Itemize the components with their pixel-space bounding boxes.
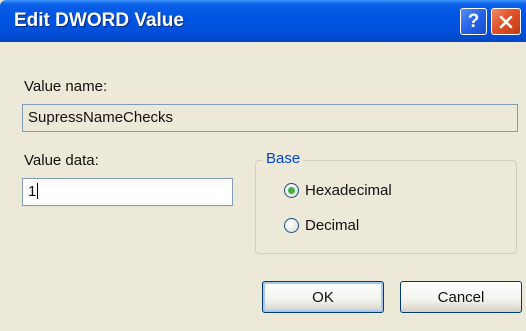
- close-button[interactable]: [491, 8, 521, 35]
- text-caret: [37, 183, 39, 199]
- base-legend: Base: [263, 150, 304, 167]
- radio-decimal[interactable]: Decimal: [284, 217, 359, 234]
- ok-button[interactable]: OK: [262, 281, 384, 313]
- base-groupbox: [255, 160, 517, 254]
- cancel-button-label: Cancel: [437, 288, 485, 306]
- radio-hexadecimal[interactable]: Hexadecimal: [284, 182, 392, 199]
- value-data-label: Value data:: [24, 152, 99, 169]
- help-button[interactable]: ?: [460, 8, 487, 35]
- value-name-text: SupressNameChecks: [28, 109, 174, 126]
- dialog-title: Edit DWORD Value: [14, 10, 184, 31]
- value-data-text: 1: [28, 183, 37, 200]
- radio-hexadecimal-label: Hexadecimal: [305, 182, 392, 199]
- value-name-label: Value name:: [24, 78, 108, 95]
- question-mark-icon: ?: [467, 10, 480, 32]
- value-name-field: SupressNameChecks: [22, 104, 518, 132]
- value-data-input[interactable]: 1: [22, 178, 233, 206]
- radio-unchecked-icon: [284, 218, 299, 233]
- title-bar[interactable]: Edit DWORD Value ?: [0, 0, 526, 42]
- radio-checked-icon: [284, 183, 299, 198]
- close-icon: [499, 15, 513, 28]
- edit-dword-dialog: Edit DWORD Value ? Value name: SupressNa…: [0, 0, 526, 331]
- radio-decimal-label: Decimal: [305, 217, 360, 234]
- cancel-button[interactable]: Cancel: [400, 281, 522, 313]
- ok-button-label: OK: [312, 288, 334, 306]
